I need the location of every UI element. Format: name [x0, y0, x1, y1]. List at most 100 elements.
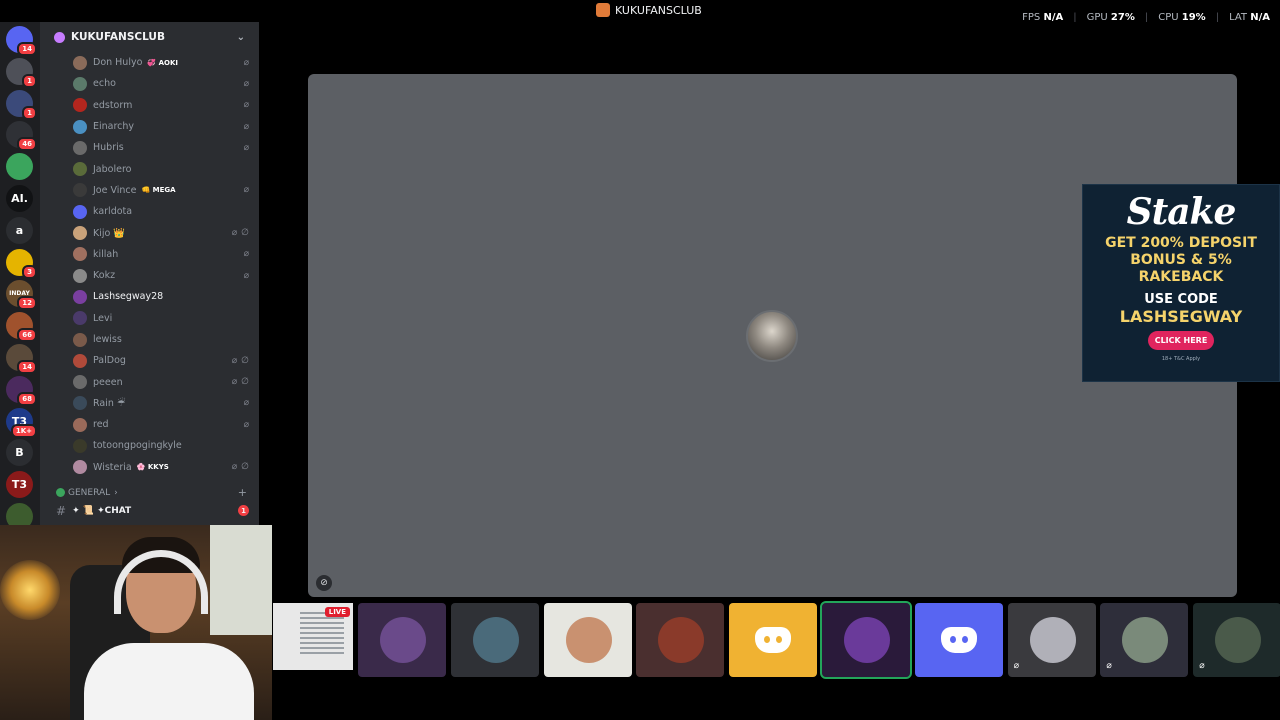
voice-member[interactable]: Einarchy ⌀	[40, 116, 259, 137]
server-item[interactable]: 46	[6, 121, 37, 152]
title-bar: KUKUFANSCLUB FPS N/A | GPU 27% | CPU 19%…	[0, 0, 1280, 23]
member-name: Kokz	[93, 270, 116, 282]
stream-preview-content	[300, 612, 344, 657]
participant-tile[interactable]	[729, 603, 818, 677]
avatar	[73, 332, 87, 347]
voice-member[interactable]: PalDog ⌀ ∅	[40, 350, 259, 371]
channel-chat[interactable]: # ✦ 📜 ✦CHAT 1	[40, 502, 259, 520]
participant-tile[interactable]: ⌀	[1007, 603, 1096, 677]
participant-tile[interactable]: ⌀	[1193, 603, 1280, 677]
participant-avatar	[658, 617, 705, 663]
member-name: lewiss	[93, 334, 122, 345]
avatar	[73, 311, 87, 326]
avatar	[73, 396, 87, 411]
member-name: Wisteria	[93, 461, 132, 473]
member-name: peeen	[93, 376, 123, 388]
window-title: KUKUFANSCLUB	[596, 3, 702, 17]
server-icon	[596, 3, 610, 17]
mic-muted-icon: ⌀	[243, 249, 249, 260]
participant-tile[interactable]	[450, 603, 539, 677]
notification-badge: 14	[17, 42, 37, 56]
server-item[interactable]: 68	[6, 375, 37, 406]
mic-muted-icon: ⌀	[243, 57, 249, 68]
webcam-lamp	[0, 560, 60, 620]
voice-member[interactable]: totoongpogingkyle	[40, 435, 259, 456]
sponsor-ad[interactable]: Stake GET 200% DEPOSIT BONUS & 5% RAKEBA…	[1082, 184, 1280, 382]
avatar	[73, 375, 87, 390]
participant-avatar	[380, 617, 426, 663]
server-item[interactable]: T3 1K+	[6, 407, 37, 438]
voice-member[interactable]: echo ⌀	[40, 73, 259, 94]
member-status-icons: ⌀	[244, 398, 249, 408]
server-avatar: a	[6, 216, 33, 244]
server-item[interactable]: 1	[6, 89, 37, 120]
voice-member[interactable]: killah ⌀	[40, 244, 259, 265]
server-item[interactable]: 14	[6, 344, 37, 374]
mic-muted-icon: ⌀	[243, 100, 249, 111]
notification-badge: 1	[22, 73, 37, 88]
participant-avatar	[1122, 617, 1169, 663]
mention-badge: 1	[238, 505, 249, 517]
notification-badge: 12	[17, 296, 37, 311]
voice-member[interactable]: Wisteria 🌸 KKYS ⌀ ∅	[40, 457, 259, 478]
avatar	[73, 55, 87, 70]
server-header[interactable]: KUKUFANSCLUB ⌄	[40, 22, 259, 52]
mic-muted-icon: ⌀	[243, 419, 249, 430]
voice-member[interactable]: Jabolero	[40, 158, 259, 179]
participant-tile[interactable]	[543, 603, 632, 677]
server-item[interactable]: 1	[6, 57, 37, 88]
avatar	[73, 268, 87, 283]
server-item[interactable]: 3	[6, 248, 37, 279]
participant-tile[interactable]	[914, 603, 1003, 677]
participant-avatar	[565, 617, 612, 663]
member-status-icons: ⌀	[244, 271, 249, 281]
avatar	[73, 438, 87, 453]
window-title-text: KUKUFANSCLUB	[615, 3, 702, 17]
member-tag: 👊 MEGA	[141, 186, 176, 195]
participant-tile[interactable]	[636, 603, 725, 677]
server-item[interactable]: B	[6, 439, 33, 467]
voice-member[interactable]: edstorm ⌀	[40, 95, 259, 116]
participant-tile[interactable]	[358, 603, 446, 677]
server-item[interactable]: AI.	[6, 185, 33, 212]
member-name: Lashsegway28	[93, 291, 164, 303]
participant-tile[interactable]	[820, 601, 912, 679]
webcam-background	[210, 525, 272, 635]
server-item[interactable]: T3	[6, 471, 33, 499]
chevron-right-icon: ›	[114, 487, 118, 498]
voice-member[interactable]: Kokz ⌀	[40, 265, 259, 286]
add-channel-icon[interactable]: +	[238, 486, 247, 499]
member-name: PalDog	[93, 355, 126, 367]
voice-member[interactable]: Levi	[40, 308, 259, 329]
member-status-icons: ⌀	[244, 100, 249, 110]
notification-badge: 1K+	[10, 423, 37, 438]
voice-member[interactable]: Lashsegway28	[40, 286, 259, 307]
notification-badge: 14	[17, 360, 37, 374]
voice-member[interactable]: Hubris ⌀	[40, 137, 259, 158]
ad-click-here-button[interactable]: CLICK HERE	[1147, 331, 1215, 350]
server-avatar	[6, 153, 33, 181]
stream-preview-tile[interactable]: LIVE	[273, 603, 353, 670]
server-item[interactable]: 66	[6, 312, 37, 343]
server-item[interactable]	[6, 153, 33, 181]
voice-member[interactable]: lewiss	[40, 329, 259, 350]
voice-member[interactable]: peeen ⌀ ∅	[40, 371, 259, 392]
participant-avatar	[844, 617, 890, 663]
member-status-icons: ⌀ ∅	[232, 462, 249, 472]
voice-member[interactable]: karldota	[40, 201, 259, 222]
voice-member[interactable]: Kijo 👑 ⌀ ∅	[40, 222, 259, 243]
member-name: Don Hulyo	[93, 57, 143, 69]
voice-member[interactable]: Rain ☔ ⌀	[40, 393, 259, 414]
category-general[interactable]: GENERAL › +	[40, 484, 259, 502]
voice-member[interactable]: red ⌀	[40, 414, 259, 435]
member-status-icons: ⌀	[244, 58, 249, 68]
chevron-down-icon[interactable]: ⌄	[237, 32, 245, 43]
voice-member[interactable]: Don Hulyo 💞 AOKI ⌀	[40, 52, 259, 73]
voice-member[interactable]: Joe Vince 👊 MEGA ⌀	[40, 180, 259, 201]
ad-promo: GET 200% DEPOSIT BONUS & 5% RAKEBACK	[1105, 235, 1257, 285]
deafened-icon: ∅	[241, 462, 249, 473]
server-item[interactable]: 14	[6, 26, 37, 56]
participant-tile[interactable]: ⌀	[1100, 603, 1189, 677]
server-item[interactable]: INDAY 12	[6, 280, 37, 311]
server-item[interactable]: a	[6, 216, 33, 244]
